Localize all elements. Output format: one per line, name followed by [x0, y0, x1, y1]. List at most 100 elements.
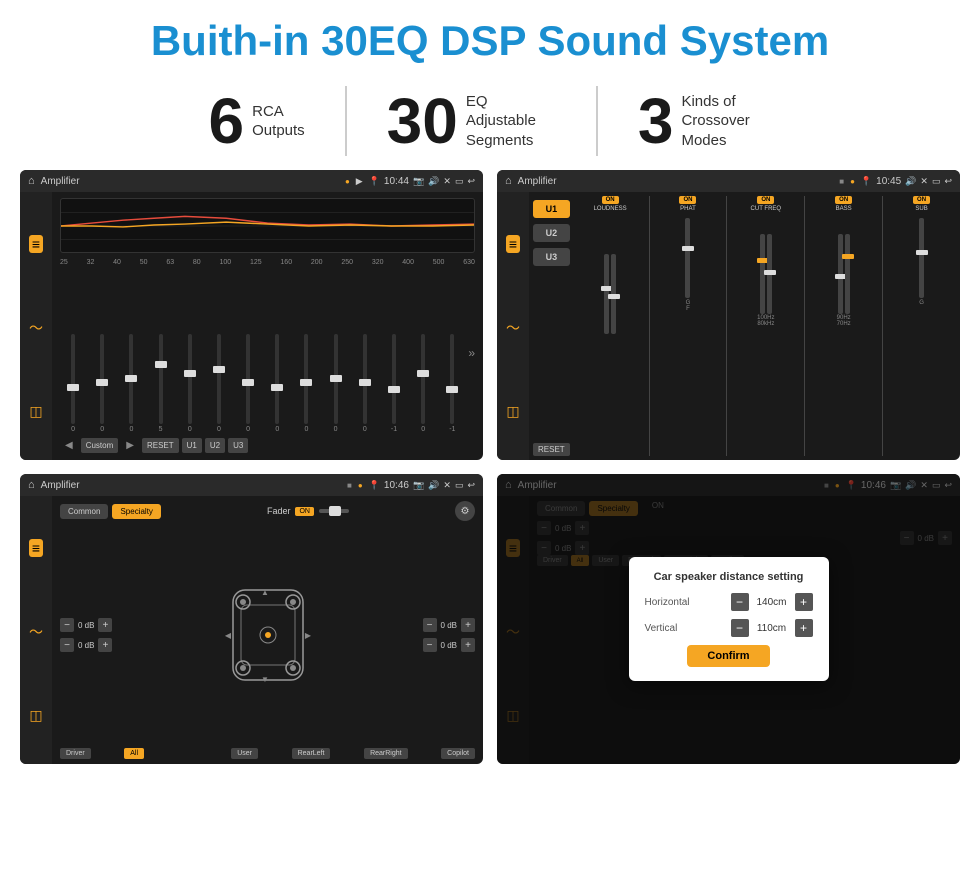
eq-u3-btn[interactable]: U3 — [228, 438, 248, 453]
amp-sidebar-icon-1[interactable]: ≡ — [506, 235, 520, 253]
minus-btn-tl[interactable]: − — [60, 618, 74, 632]
plus-btn-tl[interactable]: + — [98, 618, 112, 632]
topbar-dot-icon: ● — [345, 177, 350, 186]
topbar-icons-amp: 📍 10:45 🔊 ✕ ▭ ↩ — [861, 176, 952, 187]
play-icon[interactable]: ▶ — [356, 176, 363, 187]
cross-sidebar-icon-2[interactable]: 〜 — [29, 625, 43, 639]
eq-slider-5[interactable]: 0 — [206, 334, 232, 433]
crossover-screen: ⌂ Amplifier ■ ● 📍 10:46 📷 🔊 ✕ ▭ ↩ ≡ 〜 ◫ — [20, 474, 483, 764]
back-icon-2[interactable]: ↩ — [944, 176, 952, 187]
home-icon-3[interactable]: ⌂ — [28, 479, 35, 491]
eq-slider-11[interactable]: -1 — [381, 334, 407, 433]
eq-slider-2[interactable]: 0 — [118, 334, 144, 433]
eq-slider-10[interactable]: 0 — [352, 334, 378, 433]
stat-crossover: 3 Kinds of Crossover Modes — [598, 89, 812, 153]
eq-prev-btn[interactable]: ◀ — [60, 437, 78, 454]
eq-slider-8[interactable]: 0 — [293, 334, 319, 433]
copilot-btn[interactable]: Copilot — [441, 748, 475, 759]
u2-btn[interactable]: U2 — [533, 224, 570, 242]
cross-sidebar-icon-1[interactable]: ≡ — [29, 539, 43, 557]
topbar-amp: ⌂ Amplifier ■ ● 📍 10:45 🔊 ✕ ▭ ↩ — [497, 170, 960, 192]
dialog-screen: ⌂ Amplifier ■ ● 📍 10:46 📷 🔊 ✕ ▭ ↩ ≡ 〜 ◫ — [497, 474, 960, 764]
eq-graph-area — [60, 198, 475, 253]
back-icon[interactable]: ↩ — [467, 176, 475, 187]
channel-controls: ON LOUDNESS — [576, 196, 956, 456]
ch-sub: ON SUB G — [887, 196, 956, 456]
u1-btn[interactable]: U1 — [533, 200, 570, 218]
confirm-button[interactable]: Confirm — [687, 645, 769, 667]
minus-btn-br[interactable]: − — [423, 638, 437, 652]
db-value-br: 0 dB — [441, 641, 457, 650]
home-icon[interactable]: ⌂ — [28, 175, 35, 187]
u3-btn[interactable]: U3 — [533, 248, 570, 266]
eq-screen: ⌂ Amplifier ● ▶ 📍 10:44 📷 🔊 ✕ ▭ ↩ ≡ 〜 ◫ — [20, 170, 483, 460]
settings-icon[interactable]: ⚙ — [455, 501, 475, 521]
eq-sidebar-icon-1[interactable]: ≡ — [29, 235, 43, 253]
eq-slider-3[interactable]: 5 — [148, 334, 174, 433]
svg-text:▼: ▼ — [261, 675, 269, 684]
all-btn[interactable]: All — [124, 748, 144, 759]
camera-icon: 📷 — [413, 176, 424, 187]
close-icon[interactable]: ✕ — [443, 176, 451, 187]
plus-btn-bl[interactable]: + — [98, 638, 112, 652]
freq-32: 32 — [87, 259, 95, 266]
eq-slider-6[interactable]: 0 — [235, 334, 261, 433]
vertical-minus-btn[interactable]: − — [731, 619, 749, 637]
vertical-plus-btn[interactable]: + — [795, 619, 813, 637]
freq-400: 400 — [402, 259, 414, 266]
plus-btn-br[interactable]: + — [461, 638, 475, 652]
dialog-row-horizontal: Horizontal − 140cm + — [645, 593, 813, 611]
vertical-control: − 110cm + — [731, 619, 813, 637]
user-btn[interactable]: User — [231, 748, 258, 759]
horizontal-minus-btn[interactable]: − — [731, 593, 749, 611]
cross-tab-specialty[interactable]: Specialty — [112, 504, 160, 519]
eq-slider-4[interactable]: 0 — [177, 334, 203, 433]
rearleft-btn[interactable]: RearLeft — [292, 748, 331, 759]
eq-slider-7[interactable]: 0 — [264, 334, 290, 433]
fader-slider-track[interactable] — [319, 509, 349, 513]
eq-slider-13[interactable]: -1 — [439, 334, 465, 433]
driver-btn[interactable]: Driver — [60, 748, 91, 759]
db-control-bl: − 0 dB + — [60, 638, 112, 652]
home-icon-2[interactable]: ⌂ — [505, 175, 512, 187]
volume-icon-3: 🔊 — [428, 480, 439, 491]
eq-play-btn[interactable]: ▶ — [121, 437, 139, 454]
amp-sidebar-icon-2[interactable]: 〜 — [506, 321, 520, 335]
eq-slider-12[interactable]: 0 — [410, 334, 436, 433]
close-icon-3[interactable]: ✕ — [443, 480, 451, 491]
rearright-btn[interactable]: RearRight — [364, 748, 408, 759]
freq-50: 50 — [140, 259, 148, 266]
cross-sidebar-icon-3[interactable]: ◫ — [29, 708, 42, 722]
back-icon-3[interactable]: ↩ — [467, 480, 475, 491]
eq-sidebar-icon-3[interactable]: ◫ — [29, 404, 42, 418]
cross-sidebar: ≡ 〜 ◫ — [20, 496, 52, 764]
dialog-overlay: Car speaker distance setting Horizontal … — [497, 474, 960, 764]
eq-slider-9[interactable]: 0 — [323, 334, 349, 433]
eq-reset-btn[interactable]: RESET — [142, 438, 179, 453]
stat-rca: 6 RCA Outputs — [169, 89, 345, 153]
dialog-title: Car speaker distance setting — [645, 571, 813, 583]
close-icon-2[interactable]: ✕ — [920, 176, 928, 187]
eq-u2-btn[interactable]: U2 — [205, 438, 225, 453]
ch-sep-4 — [882, 196, 883, 456]
eq-u1-btn[interactable]: U1 — [182, 438, 202, 453]
eq-freq-labels: 25 32 40 50 63 80 100 125 160 200 250 32… — [60, 257, 475, 268]
freq-25: 25 — [60, 259, 68, 266]
cross-tab-common[interactable]: Common — [60, 504, 108, 519]
minus-btn-tr[interactable]: − — [423, 618, 437, 632]
amp-sidebar-icon-3[interactable]: ◫ — [506, 404, 519, 418]
eq-slider-0[interactable]: 0 — [60, 334, 86, 433]
horizontal-plus-btn[interactable]: + — [795, 593, 813, 611]
eq-slider-1[interactable]: 0 — [89, 334, 115, 433]
plus-btn-tr[interactable]: + — [461, 618, 475, 632]
freq-80: 80 — [193, 259, 201, 266]
eq-custom-btn[interactable]: Custom — [81, 438, 119, 453]
amp-reset-btn[interactable]: RESET — [533, 443, 570, 456]
ch-sep-1 — [649, 196, 650, 456]
eq-sidebar-icon-2[interactable]: 〜 — [29, 321, 43, 335]
eq-chevron-right[interactable]: » — [468, 346, 475, 360]
cross-bottom-btns: Driver All User RearLeft RearRight Copil… — [60, 748, 475, 759]
minus-btn-bl[interactable]: − — [60, 638, 74, 652]
freq-40: 40 — [113, 259, 121, 266]
horizontal-control: − 140cm + — [731, 593, 813, 611]
